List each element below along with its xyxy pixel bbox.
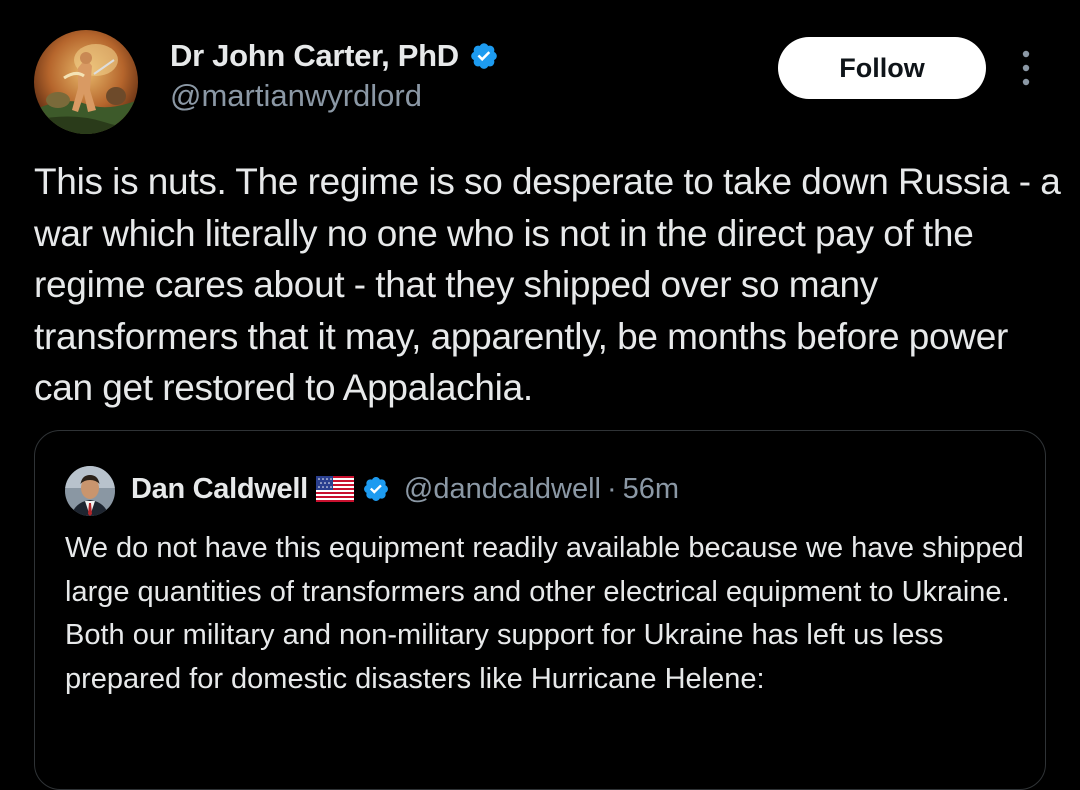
more-vertical-icon (1022, 50, 1030, 86)
quoted-post-text: We do not have this equipment readily av… (65, 532, 1024, 695)
author-handle[interactable]: @martianwyrdlord (170, 78, 422, 114)
verified-badge-icon (471, 43, 497, 69)
follow-button[interactable]: Follow (778, 37, 986, 99)
more-options-button[interactable] (1008, 48, 1044, 88)
quoted-author-display-name[interactable]: Dan Caldwell (131, 473, 308, 506)
author-name-row: Dr John Carter, PhD (170, 38, 499, 74)
quoted-post-card[interactable]: Dan Caldwell @dandcaldwell · 56m We do n… (34, 430, 1046, 790)
author-display-name[interactable]: Dr John Carter, PhD (170, 38, 459, 74)
quoted-author-handle[interactable]: @dandcaldwell (404, 473, 601, 506)
fantasy-painting-avatar-icon (34, 30, 138, 134)
timestamp-separator: · (607, 472, 617, 505)
author-avatar[interactable] (34, 30, 138, 134)
man-in-suit-avatar-icon (65, 466, 115, 516)
us-flag-icon (315, 476, 354, 502)
quoted-author-row: Dan Caldwell @dandcaldwell · 56m (131, 469, 679, 509)
quoted-post-timestamp[interactable]: 56m (623, 473, 679, 506)
post-text: This is nuts. The regime is so desperate… (34, 161, 1061, 408)
quoted-verified-badge-icon (363, 477, 388, 501)
quoted-author-avatar[interactable] (65, 466, 115, 516)
